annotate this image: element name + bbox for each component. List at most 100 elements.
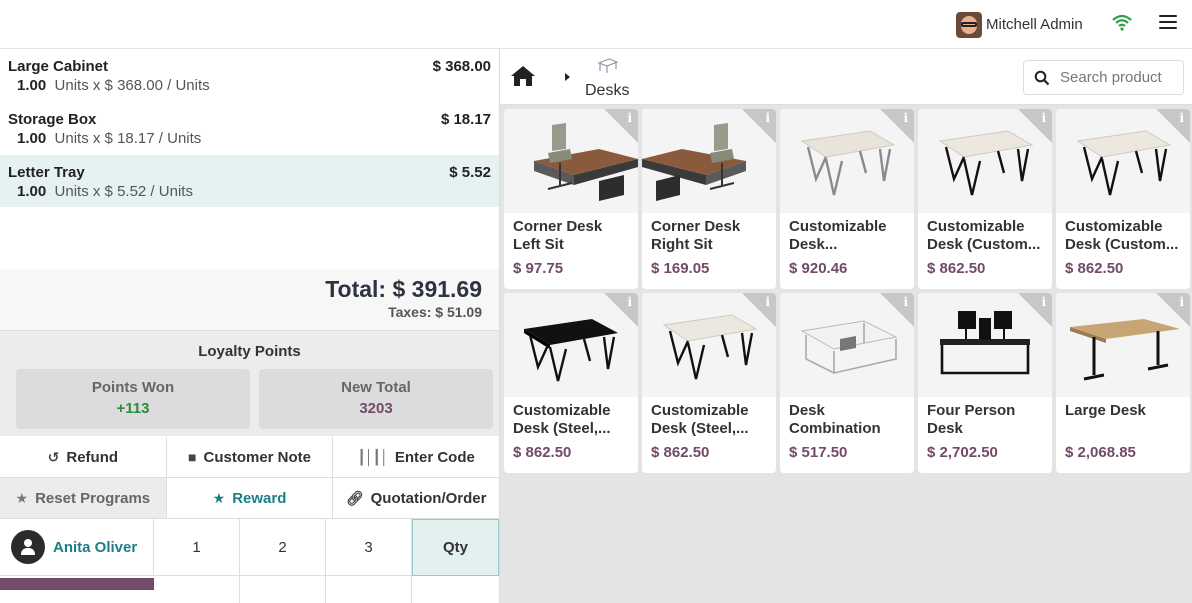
order-line-unit: Units x $ 368.00 / Units: [54, 77, 210, 94]
refund-label: Refund: [66, 448, 119, 466]
customer-button[interactable]: Anita Oliver: [0, 519, 154, 576]
info-icon[interactable]: i: [1179, 295, 1184, 309]
payment-button[interactable]: [0, 576, 154, 603]
product-name: Desk Combination: [789, 402, 881, 437]
product-card[interactable]: i Customizable Desk (Custom... $ 862.50: [1056, 109, 1190, 289]
product-name: Large Desk: [1065, 402, 1146, 419]
product-price: $ 920.46: [789, 260, 848, 277]
order-line-detail: 1.00 Units x $ 368.00 / Units: [17, 77, 210, 94]
product-price: $ 517.50: [789, 444, 848, 461]
customer-note-button[interactable]: ■ Customer Note: [166, 437, 334, 478]
points-won-value: +113: [116, 400, 150, 417]
numpad-key-1[interactable]: 1: [154, 519, 240, 576]
menu-icon[interactable]: [1159, 15, 1177, 33]
product-name: Corner Desk Left Sit: [513, 218, 603, 253]
numpad-key-3[interactable]: 3: [326, 519, 412, 576]
breadcrumb-category[interactable]: Desks: [585, 82, 629, 100]
search-box[interactable]: [1023, 60, 1184, 95]
order-line[interactable]: Storage Box $ 18.17 1.00 Units x $ 18.17…: [0, 102, 499, 154]
order-line-name: Large Cabinet: [8, 58, 109, 75]
product-name: Corner Desk Right Sit: [651, 218, 741, 253]
numpad-key[interactable]: [326, 576, 412, 603]
order-line-price: $ 5.52: [449, 164, 491, 181]
info-icon[interactable]: i: [765, 111, 770, 125]
order-line-price: $ 18.17: [440, 111, 491, 128]
refund-button[interactable]: ↺ Refund: [0, 437, 167, 478]
link-icon: 🔗︎: [345, 489, 364, 506]
reset-programs-label: Reset Programs: [35, 489, 151, 507]
breadcrumb: Desks: [500, 49, 1192, 105]
product-price: $ 169.05: [651, 260, 710, 277]
info-badge[interactable]: [742, 109, 776, 143]
info-icon[interactable]: i: [1179, 111, 1184, 125]
reset-programs-button[interactable]: ★ Reset Programs: [0, 478, 167, 519]
product-card[interactable]: i Customizable Desk... $ 920.46: [780, 109, 914, 289]
reward-label: Reward: [232, 489, 287, 507]
info-badge[interactable]: [880, 293, 914, 327]
order-line-selected[interactable]: Letter Tray $ 5.52 1.00 Units x $ 5.52 /…: [0, 155, 499, 207]
numpad-row-partial: [0, 576, 499, 603]
product-name: Customizable Desk (Custom...: [1065, 218, 1179, 253]
product-card[interactable]: i Customizable Desk (Steel,... $ 862.50: [642, 293, 776, 473]
note-icon: ■: [188, 449, 197, 465]
info-badge[interactable]: [604, 293, 638, 327]
loyalty-points-section: Loyalty Points Points Won +113 New Total…: [0, 330, 499, 436]
enter-code-button[interactable]: ┃│┃│ Enter Code: [333, 437, 500, 478]
search-input[interactable]: [1060, 69, 1180, 86]
info-badge[interactable]: [604, 109, 638, 143]
quotation-order-button[interactable]: 🔗︎ Quotation/Order: [333, 478, 500, 519]
info-icon[interactable]: i: [903, 111, 908, 125]
numpad-key[interactable]: [154, 576, 240, 603]
order-line-detail: 1.00 Units x $ 18.17 / Units: [17, 130, 201, 147]
enter-code-label: Enter Code: [394, 448, 475, 466]
quotation-order-label: Quotation/Order: [370, 489, 487, 507]
control-row-1: ↺ Refund ■ Customer Note ┃│┃│ Enter Code: [0, 437, 500, 478]
order-line-unit: Units x $ 5.52 / Units: [54, 183, 193, 200]
info-icon[interactable]: i: [627, 111, 632, 125]
reward-button[interactable]: ★ Reward: [166, 478, 334, 519]
info-icon[interactable]: i: [627, 295, 632, 309]
order-line-qty: 1.00: [17, 77, 47, 94]
info-icon[interactable]: i: [1041, 295, 1046, 309]
info-badge[interactable]: [880, 109, 914, 143]
info-badge[interactable]: [742, 293, 776, 327]
numpad-key-2[interactable]: 2: [240, 519, 326, 576]
product-card[interactable]: i Large Desk $ 2,068.85: [1056, 293, 1190, 473]
wifi-icon: [1112, 14, 1132, 31]
order-line-unit: Units x $ 18.17 / Units: [54, 130, 202, 147]
product-price: $ 862.50: [651, 444, 710, 461]
info-badge[interactable]: [1156, 109, 1190, 143]
order-line-qty: 1.00: [17, 130, 47, 147]
info-badge[interactable]: [1018, 109, 1052, 143]
breadcrumb-separator-icon: [565, 73, 570, 81]
numpad-qty-button[interactable]: Qty: [412, 519, 499, 576]
product-price: $ 2,068.85: [1065, 444, 1136, 461]
order-line[interactable]: Large Cabinet $ 368.00 1.00 Units x $ 36…: [0, 49, 499, 101]
home-icon[interactable]: [510, 64, 536, 88]
product-name: Customizable Desk (Steel,...: [513, 402, 611, 437]
info-icon[interactable]: i: [1041, 111, 1046, 125]
order-taxes: Taxes: $ 51.09: [388, 304, 482, 320]
product-price: $ 862.50: [927, 260, 986, 277]
numpad-key[interactable]: [240, 576, 326, 603]
star-icon: ★: [212, 489, 226, 506]
info-icon[interactable]: i: [765, 295, 770, 309]
product-card[interactable]: i Customizable Desk (Steel,... $ 862.50: [504, 293, 638, 473]
new-total-label: New Total: [341, 379, 411, 396]
product-card[interactable]: i Desk Combination $ 517.50: [780, 293, 914, 473]
order-totals: Total: $ 391.69 Taxes: $ 51.09: [0, 269, 499, 330]
product-name: Customizable Desk (Custom...: [927, 218, 1041, 253]
product-card[interactable]: i Corner Desk Right Sit $ 169.05: [642, 109, 776, 289]
top-bar: Mitchell Admin: [0, 0, 1192, 49]
product-card[interactable]: i Four Person Desk $ 2,702.50: [918, 293, 1052, 473]
user-menu[interactable]: Mitchell Admin: [956, 11, 1083, 38]
product-name: Customizable Desk...: [789, 218, 887, 253]
info-badge[interactable]: [1018, 293, 1052, 327]
star-icon: ★: [15, 489, 29, 506]
product-card[interactable]: i Corner Desk Left Sit $ 97.75: [504, 109, 638, 289]
info-icon[interactable]: i: [903, 295, 908, 309]
product-card[interactable]: i Customizable Desk (Custom... $ 862.50: [918, 109, 1052, 289]
order-line-name: Storage Box: [8, 111, 97, 128]
points-won-label: Points Won: [91, 379, 175, 396]
info-badge[interactable]: [1156, 293, 1190, 327]
